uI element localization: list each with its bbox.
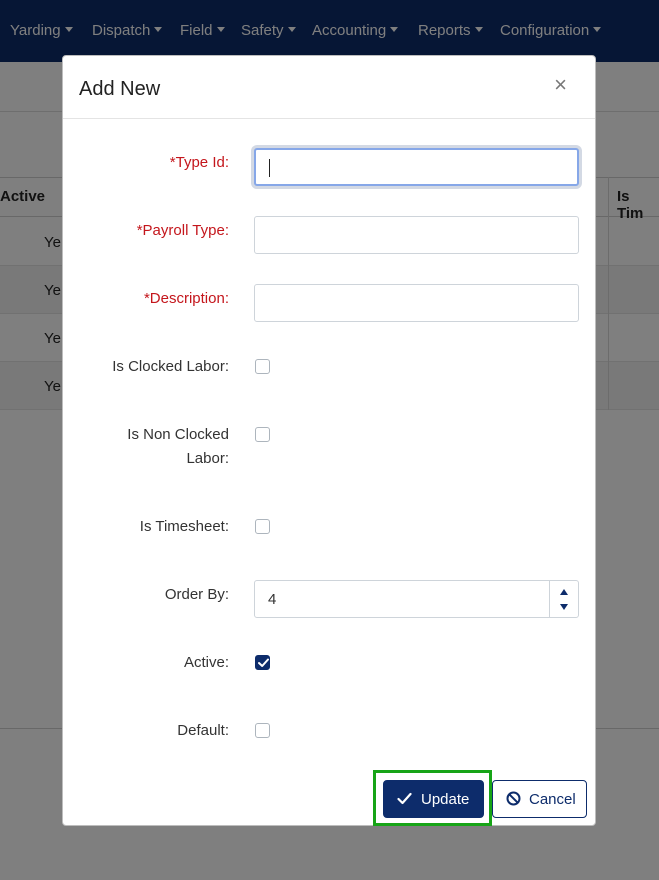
description-input[interactable] — [254, 284, 579, 322]
order-by-value: 4 — [268, 591, 277, 608]
order-by-input[interactable]: 4 — [254, 580, 579, 618]
is-clocked-labor-label: Is Clocked Labor: — [112, 358, 229, 375]
active-checkbox[interactable] — [255, 655, 270, 670]
stepper-up-icon[interactable] — [560, 589, 568, 595]
check-icon — [397, 792, 412, 805]
type-id-label: *Type Id: — [169, 154, 229, 171]
is-timesheet-label: Is Timesheet: — [139, 518, 229, 535]
checkmark-icon — [258, 658, 269, 667]
close-icon[interactable]: × — [554, 74, 567, 96]
text-cursor — [269, 159, 270, 177]
default-label: Default: — [177, 722, 229, 739]
update-button[interactable]: Update — [383, 780, 484, 818]
payroll-type-input[interactable] — [254, 216, 579, 254]
active-label: Active: — [183, 654, 229, 671]
description-label: *Description: — [143, 290, 229, 307]
type-id-input[interactable] — [254, 148, 579, 186]
is-timesheet-checkbox[interactable] — [255, 519, 270, 534]
is-clocked-labor-checkbox[interactable] — [255, 359, 270, 374]
default-checkbox[interactable] — [255, 723, 270, 738]
order-by-stepper[interactable] — [549, 581, 578, 617]
dialog-header: Add New × — [63, 56, 595, 119]
is-non-clocked-labor-label: Is Non Clocked Labor: — [127, 426, 229, 467]
stepper-down-icon[interactable] — [560, 604, 568, 610]
is-non-clocked-labor-checkbox[interactable] — [255, 427, 270, 442]
order-by-label: Order By: — [164, 586, 229, 603]
dialog-title: Add New — [79, 78, 161, 100]
add-new-dialog: Add New × *Type Id: *Payroll Type: *Desc… — [62, 55, 596, 826]
cancel-button[interactable]: Cancel — [492, 780, 587, 818]
ban-icon — [506, 791, 521, 806]
payroll-type-label: *Payroll Type: — [136, 222, 229, 239]
